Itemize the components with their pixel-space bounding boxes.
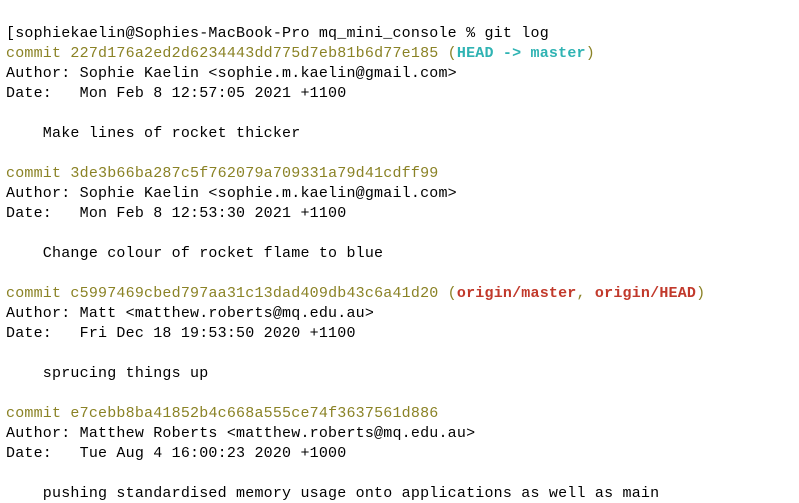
commit-message: pushing standardised memory usage onto a… xyxy=(6,485,659,502)
shell-prompt: sophiekaelin@Sophies-MacBook-Pro mq_mini… xyxy=(15,25,484,42)
commit-message: Change colour of rocket flame to blue xyxy=(6,245,383,262)
refs-open: ( xyxy=(438,45,456,62)
date-line: Date: Mon Feb 8 12:53:30 2021 +1100 xyxy=(6,205,346,222)
prompt-bracket: [ xyxy=(6,25,15,42)
author-line: Author: Sophie Kaelin <sophie.m.kaelin@g… xyxy=(6,185,457,202)
commit-hash-label: commit xyxy=(6,405,70,422)
remote-ref: origin/master xyxy=(457,285,577,302)
commit-hash: e7cebb8ba41852b4c668a555ce74f3637561d886 xyxy=(70,405,438,422)
author-line: Author: Matt <matthew.roberts@mq.edu.au> xyxy=(6,305,374,322)
refs-close: ) xyxy=(586,45,595,62)
refs-open: ( xyxy=(438,285,456,302)
commit-hash: c5997469cbed797aa31c13dad409db43c6a41d20 xyxy=(70,285,438,302)
author-line: Author: Matthew Roberts <matthew.roberts… xyxy=(6,425,475,442)
commit-hash-label: commit xyxy=(6,45,70,62)
terminal-output: [sophiekaelin@Sophies-MacBook-Pro mq_min… xyxy=(0,0,799,503)
remote-ref: origin/HEAD xyxy=(595,285,696,302)
date-line: Date: Fri Dec 18 19:53:50 2020 +1100 xyxy=(6,325,356,342)
head-arrow: HEAD -> xyxy=(457,45,531,62)
date-line: Date: Tue Aug 4 16:00:23 2020 +1000 xyxy=(6,445,346,462)
commit-message: Make lines of rocket thicker xyxy=(6,125,300,142)
command-text: git log xyxy=(484,25,548,42)
commit-hash-label: commit xyxy=(6,285,70,302)
commit-hash: 227d176a2ed2d6234443dd775d7eb81b6d77e185 xyxy=(70,45,438,62)
refs-close: ) xyxy=(696,285,705,302)
branch-name: master xyxy=(531,45,586,62)
commit-hash: 3de3b66ba287c5f762079a709331a79d41cdff99 xyxy=(70,165,438,182)
commit-message: sprucing things up xyxy=(6,365,208,382)
author-line: Author: Sophie Kaelin <sophie.m.kaelin@g… xyxy=(6,65,457,82)
refs-sep: , xyxy=(577,285,595,302)
commit-hash-label: commit xyxy=(6,165,70,182)
date-line: Date: Mon Feb 8 12:57:05 2021 +1100 xyxy=(6,85,346,102)
